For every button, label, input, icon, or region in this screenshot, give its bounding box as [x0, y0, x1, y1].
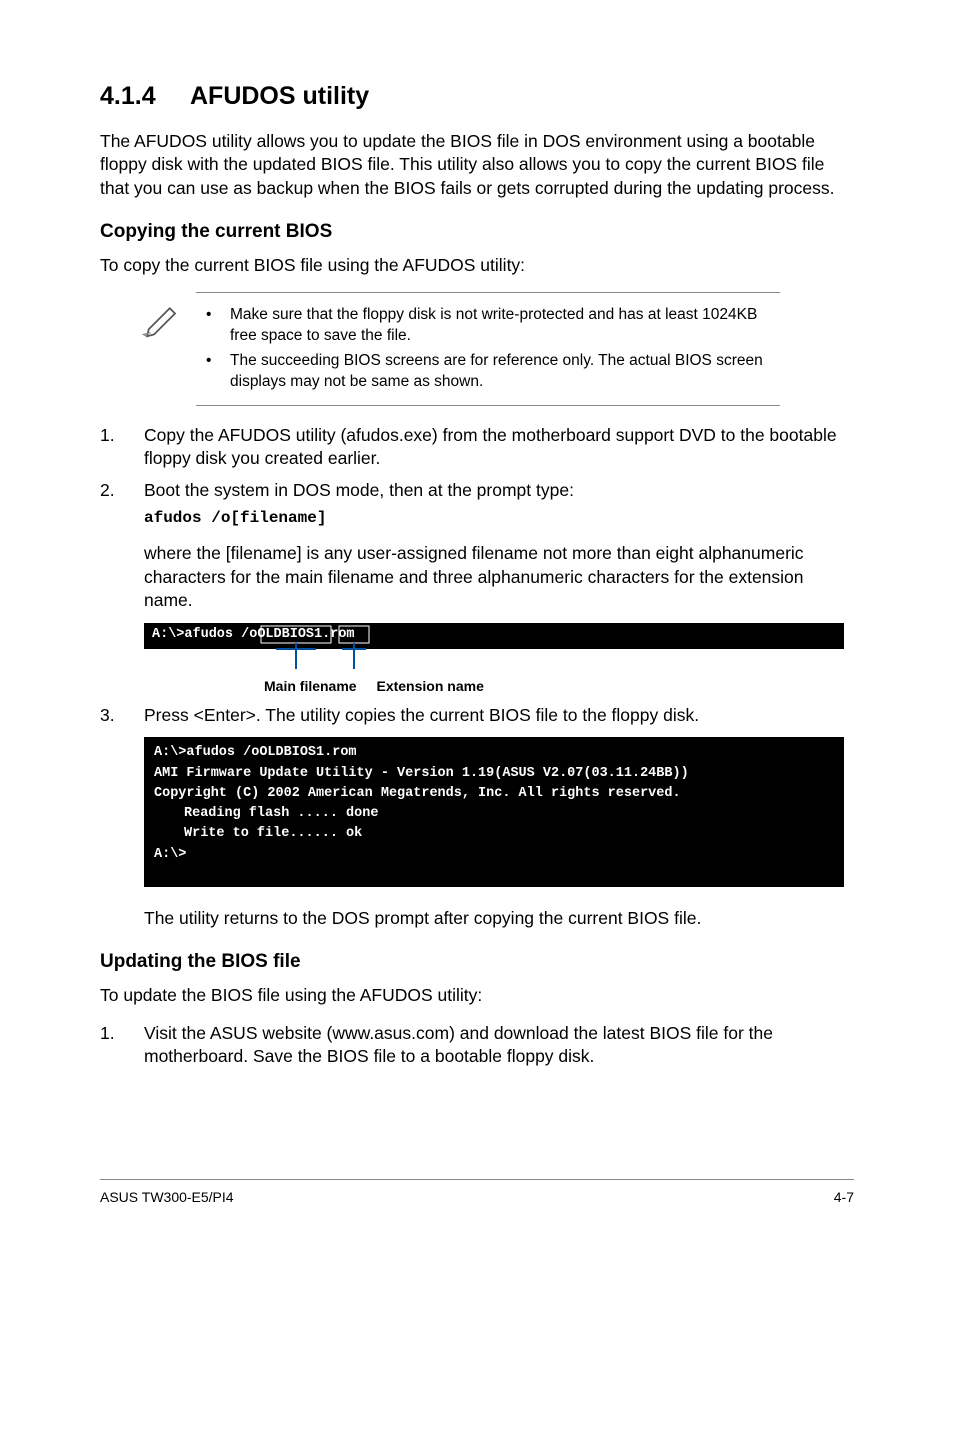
note-item: •Make sure that the floppy disk is not w…: [196, 305, 780, 347]
terminal-line: A:\>afudos /oOLDBIOS1.rom: [152, 627, 355, 642]
step-item: 1. Visit the ASUS website (www.asus.com)…: [100, 1022, 854, 1069]
terminal-output-2: A:\>afudos /oOLDBIOS1.rom AMI Firmware U…: [144, 737, 844, 887]
step-text: Press <Enter>. The utility copies the cu…: [144, 704, 854, 728]
main-filename-label: Main filename: [264, 677, 357, 696]
step-after-text: where the [filename] is any user-assigne…: [144, 542, 854, 613]
step-number: 1.: [100, 1022, 144, 1069]
pencil-note-icon: [140, 292, 196, 406]
note-text: Make sure that the floppy disk is not wr…: [230, 305, 780, 347]
step-text: Visit the ASUS website (www.asus.com) an…: [144, 1022, 854, 1069]
page-footer: ASUS TW300-E5/PI4 4-7: [100, 1179, 854, 1207]
step-number: 1.: [100, 424, 144, 471]
footer-right: 4-7: [834, 1188, 854, 1207]
terminal-output-1: A:\>afudos /oOLDBIOS1.rom: [144, 623, 844, 649]
extension-name-label: Extension name: [376, 677, 483, 696]
section-title-text: AFUDOS utility: [190, 82, 369, 110]
terminal-line: AMI Firmware Update Utility - Version 1.…: [154, 764, 834, 784]
terminal-line: Copyright (C) 2002 American Megatrends, …: [154, 784, 834, 804]
step-code: afudos /o[filename]: [144, 508, 854, 530]
step-number: 3.: [100, 704, 144, 728]
terminal-line: A:\>: [154, 845, 834, 865]
copy-heading: Copying the current BIOS: [100, 219, 854, 245]
after-terminal-paragraph: The utility returns to the DOS prompt af…: [144, 907, 854, 931]
intro-paragraph: The AFUDOS utility allows you to update …: [100, 130, 854, 201]
terminal-line: Reading flash ..... done: [154, 804, 834, 824]
step-item: 3. Press <Enter>. The utility copies the…: [100, 704, 854, 728]
update-heading: Updating the BIOS file: [100, 949, 854, 975]
copy-paragraph: To copy the current BIOS file using the …: [100, 254, 854, 278]
step-item: 2. Boot the system in DOS mode, then at …: [100, 479, 854, 613]
section-number: 4.1.4: [100, 80, 190, 114]
note-text: The succeeding BIOS screens are for refe…: [230, 351, 780, 393]
filename-labels: Main filename Extension name: [144, 677, 854, 696]
footer-left: ASUS TW300-E5/PI4: [100, 1188, 234, 1207]
step-item: 1. Copy the AFUDOS utility (afudos.exe) …: [100, 424, 854, 471]
step-text: Boot the system in DOS mode, then at the…: [144, 479, 854, 503]
section-heading: 4.1.4AFUDOS utility: [100, 80, 854, 114]
terminal-line: A:\>afudos /oOLDBIOS1.rom: [154, 743, 834, 763]
update-paragraph: To update the BIOS file using the AFUDOS…: [100, 984, 854, 1008]
note-item: •The succeeding BIOS screens are for ref…: [196, 351, 780, 393]
step-body: Copy the AFUDOS utility (afudos.exe) fro…: [144, 424, 854, 471]
terminal-line: Write to file...... ok: [154, 824, 834, 844]
step-number: 2.: [100, 479, 144, 613]
note-block: •Make sure that the floppy disk is not w…: [140, 292, 780, 406]
